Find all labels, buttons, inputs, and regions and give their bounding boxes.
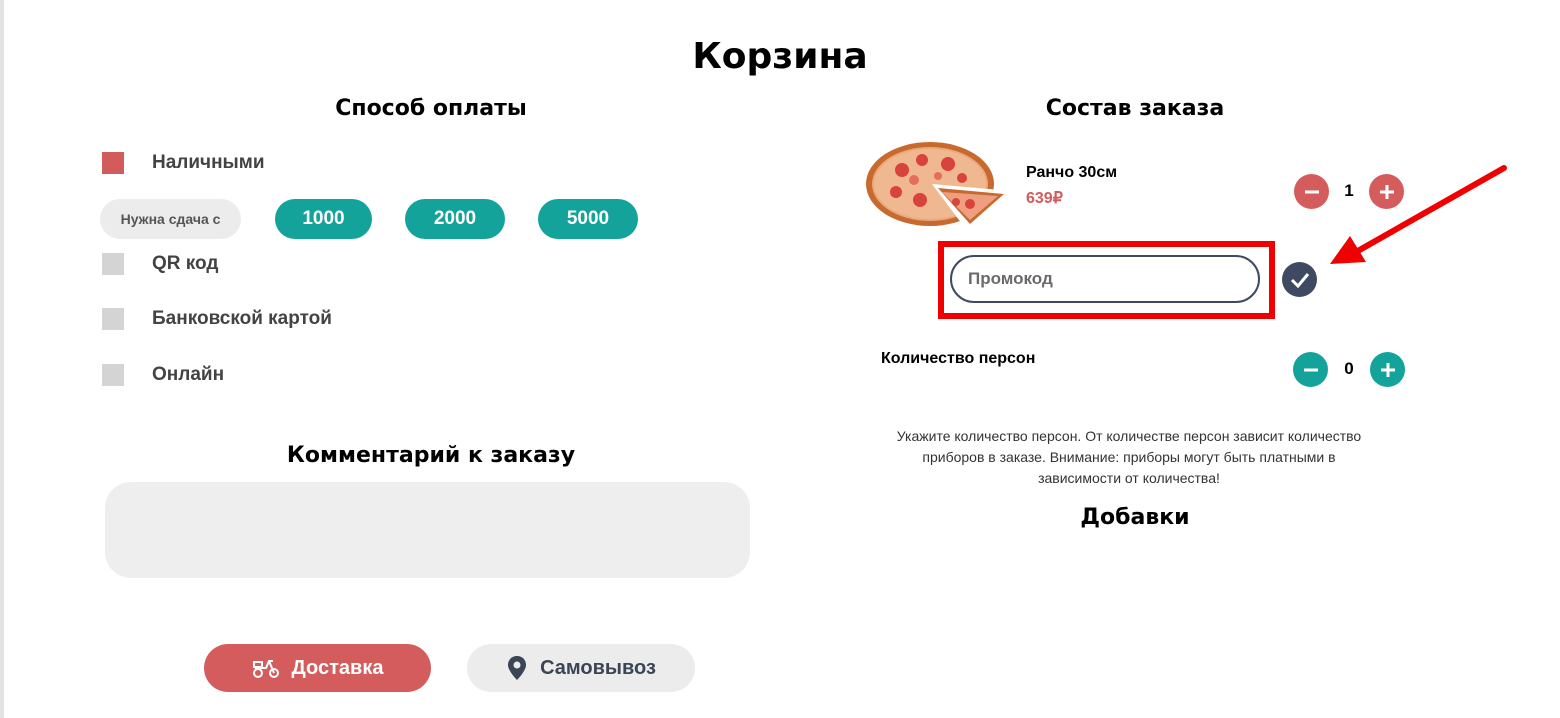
map-pin-icon	[506, 655, 528, 681]
comment-textarea[interactable]	[105, 482, 750, 578]
payment-label-online: Онлайн	[152, 364, 225, 385]
page-title: Корзина	[692, 36, 868, 77]
decrease-persons-button[interactable]	[1293, 352, 1328, 387]
left-edge-divider	[0, 0, 4, 718]
payment-label-card: Банковской картой	[152, 308, 332, 329]
increase-persons-button[interactable]	[1370, 352, 1405, 387]
payment-label-qr: QR код	[152, 253, 219, 274]
pizza-image	[862, 134, 1006, 228]
payment-heading: Способ оплаты	[335, 96, 527, 121]
delivery-button[interactable]: Доставка	[204, 644, 431, 692]
plus-icon	[1380, 362, 1395, 377]
persons-label: Количество персон	[881, 350, 1036, 367]
payment-checkbox-cash[interactable]	[102, 152, 124, 174]
additions-heading: Добавки	[1080, 505, 1190, 530]
payment-checkbox-online[interactable]	[102, 364, 124, 386]
delivery-label: Доставка	[291, 656, 384, 679]
change-5000-button[interactable]: 5000	[538, 199, 638, 239]
payment-label-cash: Наличными	[152, 152, 265, 173]
order-heading: Состав заказа	[1045, 96, 1225, 121]
payment-checkbox-qr[interactable]	[102, 253, 124, 275]
persons-note: Укажите количество персон. От количестве…	[896, 428, 1362, 486]
scooter-icon	[252, 657, 280, 679]
annotation-arrow	[1330, 165, 1507, 264]
promo-code-input[interactable]	[950, 255, 1260, 303]
payment-option-cash[interactable]: Наличными	[102, 152, 265, 174]
change-1000-button[interactable]: 1000	[275, 199, 372, 239]
minus-icon	[1303, 368, 1318, 371]
apply-promo-button[interactable]	[1282, 262, 1317, 297]
payment-option-card[interactable]: Банковской картой	[102, 308, 332, 330]
order-item-price: 639₽	[1026, 190, 1063, 207]
persons-count: 0	[1344, 359, 1354, 378]
comment-heading: Комментарий к заказу	[286, 443, 576, 468]
pickup-label: Самовывоз	[540, 656, 656, 679]
change-2000-button[interactable]: 2000	[405, 199, 505, 239]
change-needed-label: Нужна сдача с	[100, 199, 241, 239]
payment-option-online[interactable]: Онлайн	[102, 364, 224, 386]
pickup-button[interactable]: Самовывоз	[467, 644, 695, 692]
order-item-name: Ранчо 30см	[1026, 164, 1118, 181]
payment-option-qr[interactable]: QR код	[102, 253, 218, 275]
checkmark-icon	[1290, 272, 1309, 288]
minus-icon	[1304, 190, 1319, 193]
payment-checkbox-card[interactable]	[102, 308, 124, 330]
